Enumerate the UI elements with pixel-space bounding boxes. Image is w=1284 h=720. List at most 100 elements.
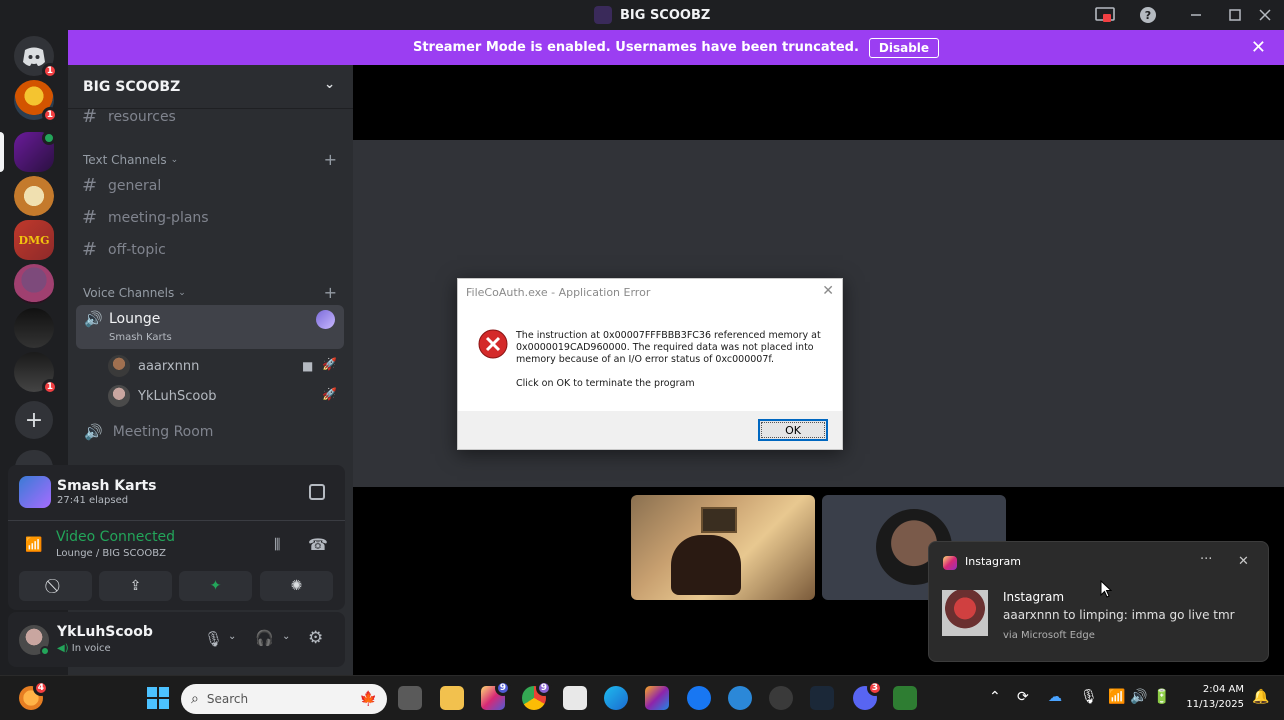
- disconnect-icon[interactable]: ☎: [308, 535, 328, 554]
- minimize-icon[interactable]: [1184, 4, 1208, 26]
- add-text-channel-icon[interactable]: +: [324, 150, 337, 169]
- server-icon-3[interactable]: [14, 176, 54, 216]
- wifi-icon[interactable]: 📶: [1108, 689, 1125, 705]
- steam-icon[interactable]: [810, 686, 834, 710]
- direct-messages-button[interactable]: 1: [14, 36, 58, 79]
- spreadsheet-icon[interactable]: [893, 686, 917, 710]
- microphone-icon[interactable]: 🎙: [204, 630, 223, 648]
- ok-button[interactable]: OK: [758, 419, 828, 441]
- server-icon-6[interactable]: [14, 308, 54, 348]
- channel-off-topic[interactable]: # off-topic: [82, 239, 166, 260]
- screen-share-icon[interactable]: [1093, 4, 1117, 26]
- file-explorer-icon[interactable]: [440, 686, 464, 710]
- server-icon-big-scoobz[interactable]: [14, 131, 56, 172]
- noise-suppression-icon[interactable]: ⫼: [274, 537, 280, 553]
- server-7-badge: 1: [41, 379, 58, 395]
- dialog-close-icon[interactable]: ✕: [822, 283, 834, 299]
- task-view-icon[interactable]: [398, 686, 422, 710]
- toast-source: via Microsoft Edge: [1003, 630, 1095, 641]
- toast-close-icon[interactable]: ✕: [1238, 554, 1249, 569]
- channel-general[interactable]: # general: [82, 175, 161, 196]
- voice-user-ykluhscoob[interactable]: YkLuhScoob: [108, 385, 217, 407]
- server-icon-dmg[interactable]: DMG: [14, 220, 54, 260]
- notification-bell-icon[interactable]: 🔔: [1252, 689, 1269, 705]
- server-header[interactable]: BIG SCOOBZ ⌄: [68, 65, 353, 109]
- volume-icon[interactable]: 🔊: [1130, 689, 1147, 705]
- voice-channel-meeting-room[interactable]: 🔊 Meeting Room: [84, 423, 213, 441]
- voice-user-aaarxnnn[interactable]: aaarxnnn: [108, 355, 199, 377]
- server-icon-5[interactable]: [14, 264, 54, 304]
- voice-channels-category[interactable]: Voice Channels ⌄: [83, 286, 186, 300]
- maximize-icon[interactable]: [1223, 4, 1247, 26]
- activities-button[interactable]: ✦: [179, 571, 252, 601]
- user-name[interactable]: YkLuhScoob: [57, 624, 153, 640]
- sender-avatar: [942, 590, 988, 636]
- user-panel: YkLuhScoob ◀) In voice 🎙 ⌄ 🎧 ⌄ ⚙: [8, 612, 345, 667]
- rtc-status[interactable]: Video Connected: [56, 529, 175, 545]
- server-name: BIG SCOOBZ: [83, 78, 181, 95]
- avatar: [108, 355, 130, 377]
- streamer-mode-message: Streamer Mode is enabled. Usernames have…: [412, 40, 859, 55]
- edge-icon[interactable]: [604, 686, 628, 710]
- close-icon[interactable]: [1253, 4, 1277, 26]
- share-screen-button[interactable]: ⇪: [99, 571, 172, 601]
- rtc-location[interactable]: Lounge / BIG SCOOBZ: [56, 548, 166, 559]
- speaker-icon: 🔊: [84, 423, 103, 441]
- text-channels-category[interactable]: Text Channels ⌄: [83, 153, 178, 167]
- voice-channel-lounge[interactable]: 🔊 Lounge Smash Karts: [76, 305, 344, 349]
- settings-gear-icon[interactable]: ⚙: [308, 628, 323, 648]
- hash-icon: #: [82, 106, 98, 127]
- store-icon[interactable]: [563, 686, 587, 710]
- channel-label: general: [108, 177, 162, 194]
- obs-icon[interactable]: [769, 686, 793, 710]
- hash-icon: #: [82, 239, 98, 260]
- facebook-icon[interactable]: [687, 686, 711, 710]
- start-icon[interactable]: [146, 686, 170, 710]
- microphone-icon[interactable]: 🎙: [1080, 689, 1098, 705]
- channel-meeting-plans[interactable]: # meeting-plans: [82, 207, 209, 228]
- help-icon[interactable]: ?: [1136, 4, 1160, 26]
- disable-streamer-mode-button[interactable]: Disable: [868, 37, 940, 58]
- weather-icon[interactable]: 4: [19, 680, 49, 710]
- activities-icon: ✦: [209, 578, 222, 594]
- headphones-icon[interactable]: 🎧: [255, 629, 274, 647]
- launch-game-icon[interactable]: [309, 484, 325, 500]
- discord-taskbar-icon[interactable]: 3: [853, 680, 883, 710]
- add-voice-channel-icon[interactable]: +: [324, 283, 337, 302]
- search-box[interactable]: ⌕ Search 🍁: [181, 684, 387, 714]
- server-icon-1[interactable]: 1: [14, 80, 58, 123]
- channel-label: meeting-plans: [108, 209, 209, 226]
- camera-toggle-button[interactable]: ⃠: [19, 571, 92, 601]
- channel-label: off-topic: [108, 241, 166, 258]
- chrome-icon[interactable]: 9: [522, 680, 552, 710]
- server-icon-7[interactable]: 1: [14, 352, 58, 395]
- onedrive-icon[interactable]: ☁: [1048, 689, 1062, 705]
- clock-date[interactable]: 11/13/2025: [1184, 699, 1244, 710]
- toast-app-name: Instagram: [965, 555, 1021, 568]
- copilot-icon[interactable]: [645, 686, 669, 710]
- more-options-icon[interactable]: ···: [1200, 552, 1212, 567]
- video-tile-aaarxnnn[interactable]: [631, 495, 815, 600]
- activity-and-voice-panel: Smash Karts 27:41 elapsed 📶 Video Connec…: [8, 465, 345, 610]
- banner-close-icon[interactable]: ✕: [1251, 37, 1266, 58]
- chevron-down-icon[interactable]: ⌄: [228, 631, 236, 642]
- battery-icon[interactable]: 🔋: [1153, 689, 1170, 705]
- toast-title: Instagram: [1003, 590, 1065, 604]
- clock-time[interactable]: 2:04 AM: [1196, 684, 1244, 695]
- dm-badge: 1: [41, 63, 58, 79]
- channel-resources[interactable]: # resources: [82, 106, 176, 127]
- add-server-icon[interactable]: +: [15, 401, 53, 439]
- title-bar: BIG SCOOBZ ?: [0, 0, 1284, 30]
- dialog-title: FileCoAuth.exe - Application Error: [466, 286, 651, 299]
- avatar: [108, 385, 130, 407]
- dialog-body: The instruction at 0x00007FFFBBB3FC36 re…: [516, 330, 826, 390]
- instagram-taskbar-icon[interactable]: 9: [481, 680, 511, 710]
- instagram-notification[interactable]: Instagram ··· ✕ Instagram aaarxnnn to li…: [928, 541, 1269, 662]
- messenger-icon[interactable]: [728, 686, 752, 710]
- soundboard-button[interactable]: ✺: [260, 571, 333, 601]
- chevron-down-icon[interactable]: ⌄: [282, 631, 290, 642]
- chevron-up-icon[interactable]: ⌃: [989, 689, 1001, 705]
- sync-icon[interactable]: ⟳: [1017, 689, 1029, 705]
- voice-channel-activity: Smash Karts: [109, 332, 172, 343]
- chevron-down-icon: ⌄: [324, 77, 335, 92]
